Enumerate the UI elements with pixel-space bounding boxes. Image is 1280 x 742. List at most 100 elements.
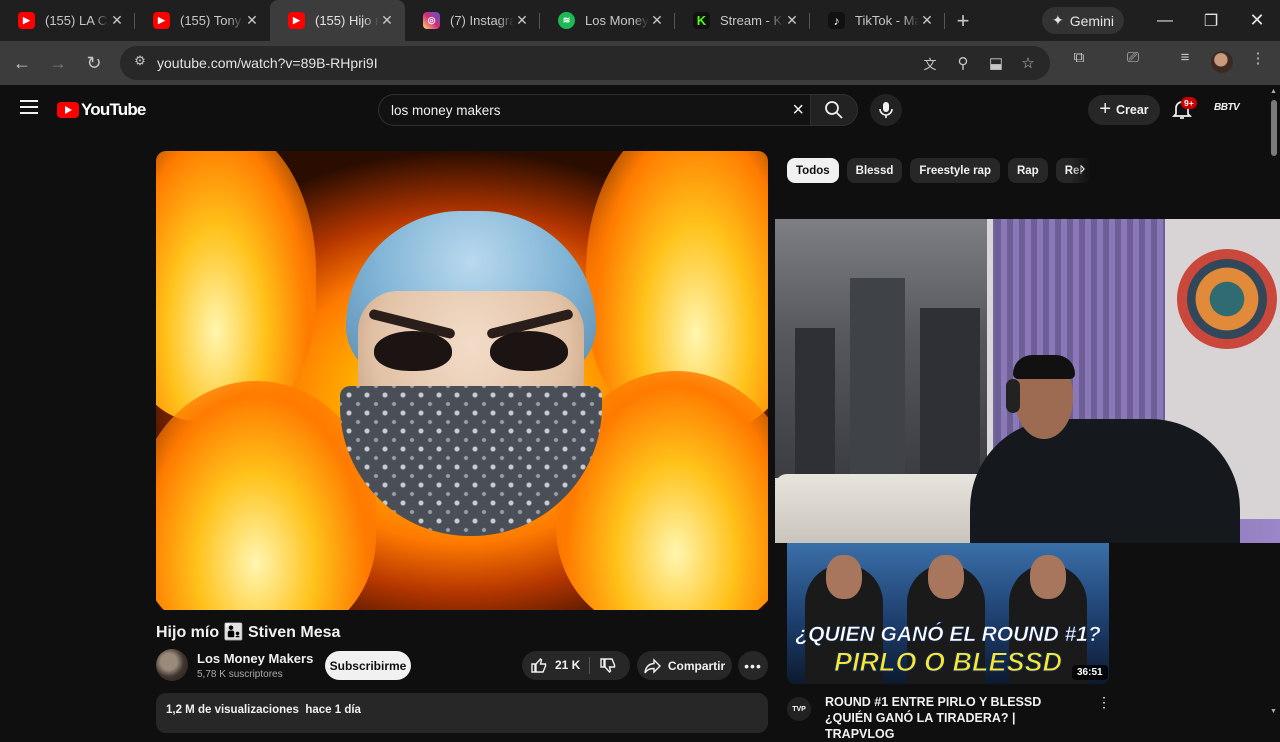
close-tab-icon[interactable]: ✕ xyxy=(244,12,260,29)
search-button[interactable] xyxy=(810,94,858,126)
gemini-label: Gemini xyxy=(1069,12,1115,29)
new-tab-button[interactable]: + xyxy=(945,0,981,41)
related-more-icon[interactable]: ⋮ xyxy=(1097,694,1111,711)
notifications-badge: 9+ xyxy=(1181,97,1197,109)
youtube-favicon-icon: ▶ xyxy=(18,12,35,29)
browser-tab[interactable]: ◎ (7) Instagram ✕ xyxy=(405,0,540,41)
minimize-window-icon[interactable]: — xyxy=(1142,0,1188,41)
site-settings-icon[interactable]: ⚙ xyxy=(130,53,150,73)
gemini-button[interactable]: ✦ Gemini xyxy=(1042,7,1124,34)
chips-next-chevron-icon[interactable]: › xyxy=(1080,160,1085,178)
translate-icon[interactable]: 文 xyxy=(920,54,940,74)
close-tab-icon[interactable]: ✕ xyxy=(379,12,395,29)
account-channel-logo[interactable]: BBTV xyxy=(1214,102,1240,113)
tab-title: (7) Instagram xyxy=(450,13,514,28)
restore-window-icon[interactable]: ❐ xyxy=(1188,0,1234,41)
tab-title: (155) LA CASA xyxy=(45,13,109,28)
instagram-favicon-icon: ◎ xyxy=(423,12,440,29)
subscribe-button[interactable]: Subscribirme xyxy=(325,651,411,680)
scroll-up-icon[interactable]: ▲ xyxy=(1270,88,1277,95)
like-button[interactable]: 21 K xyxy=(530,656,580,674)
extensions-icon[interactable]: ⧉ xyxy=(1069,49,1089,69)
tab-separator xyxy=(944,13,945,29)
youtube-play-icon xyxy=(57,102,79,118)
forward-arrow-icon[interactable]: → xyxy=(44,49,72,77)
video-title: Hijo mío 👨‍👦 Stiven Mesa xyxy=(156,622,340,642)
share-button[interactable]: Compartir xyxy=(637,651,732,680)
close-tab-icon[interactable]: ✕ xyxy=(649,12,665,29)
masked-figure xyxy=(340,211,602,536)
chip-todos[interactable]: Todos xyxy=(787,158,839,183)
chip-rap[interactable]: Rap xyxy=(1007,158,1048,183)
bookmark-star-icon[interactable]: ☆ xyxy=(1018,54,1038,74)
reload-icon[interactable]: ↻ xyxy=(80,49,108,77)
zoom-icon[interactable]: ⚲ xyxy=(953,54,973,74)
youtube-logo[interactable]: YouTube xyxy=(57,100,146,120)
profile-avatar[interactable] xyxy=(1211,51,1233,73)
tiktok-favicon-icon: ♪ xyxy=(828,12,845,29)
channel-avatar[interactable] xyxy=(156,649,188,681)
browser-tab[interactable]: ▶ (155) LA CASA ✕ xyxy=(0,0,135,41)
search-query-text: los money makers xyxy=(391,103,501,118)
more-actions-icon[interactable]: ••• xyxy=(738,651,768,680)
voice-search-button[interactable] xyxy=(870,94,902,126)
filter-chips: Todos Blessd Freestyle rap Rap Rel xyxy=(787,158,1097,184)
related-video-title[interactable]: ROUND #1 ENTRE PIRLO Y BLESSD ¿QUIÉN GAN… xyxy=(825,694,1080,742)
description-box[interactable]: 1,2 M de visualizaciones hace 1 día xyxy=(156,693,768,733)
headset-icon xyxy=(1006,379,1020,413)
share-label: Compartir xyxy=(667,658,726,673)
thumb-subheadline: PIRLO O BLESSD xyxy=(833,647,1063,678)
publish-date: hace 1 día xyxy=(305,704,361,716)
like-divider xyxy=(589,657,590,674)
like-count: 21 K xyxy=(555,658,581,672)
cast-icon[interactable]: ⎚ xyxy=(1123,49,1143,69)
youtube-wordmark: YouTube xyxy=(81,100,146,119)
close-window-icon[interactable]: ✕ xyxy=(1234,0,1280,41)
video-stats: 1,2 M de visualizaciones hace 1 día xyxy=(166,704,361,716)
related-video-thumbnail[interactable]: ¿QUIEN GANÓ EL ROUND #1? PIRLO O BLESSD xyxy=(787,543,1109,684)
close-tab-icon[interactable]: ✕ xyxy=(514,12,530,29)
browser-tab[interactable]: ≋ Los Money Makers ✕ xyxy=(540,0,675,41)
scroll-down-icon[interactable]: ▼ xyxy=(1270,708,1277,715)
share-arrow-icon xyxy=(644,657,661,674)
hamburger-menu-icon[interactable] xyxy=(20,100,38,114)
like-dislike-group: 21 K xyxy=(522,651,630,680)
youtube-favicon-icon: ▶ xyxy=(153,12,170,29)
scrollbar-thumb[interactable] xyxy=(1271,100,1277,156)
browser-tab[interactable]: K Stream - Kick ✕ xyxy=(675,0,810,41)
install-app-icon[interactable]: ⬓ xyxy=(986,54,1006,74)
browser-menu-icon[interactable]: ⋮ xyxy=(1248,49,1268,69)
thumbs-down-icon[interactable] xyxy=(599,657,617,675)
camera-overlay-video xyxy=(775,219,1280,543)
chip-blessd[interactable]: Blessd xyxy=(846,158,903,183)
browser-tab[interactable]: ▶ (155) Tony Mon ✕ xyxy=(135,0,270,41)
clear-search-icon[interactable]: × xyxy=(792,99,804,122)
chip-related[interactable]: Rel xyxy=(1055,158,1092,183)
tab-title: Los Money Makers xyxy=(585,13,649,28)
page-scrollbar[interactable]: ▲ ▼ xyxy=(1268,88,1280,720)
thumb-face xyxy=(928,555,964,599)
media-controls-icon[interactable]: ≡ xyxy=(1175,49,1195,69)
youtube-favicon-icon: ▶ xyxy=(288,12,305,29)
building-shape xyxy=(795,328,835,478)
chip-freestyle-rap[interactable]: Freestyle rap xyxy=(910,158,1000,183)
video-title-text: Hijo mío xyxy=(156,624,220,641)
streamer-person xyxy=(970,355,1240,543)
create-button[interactable]: + Crear xyxy=(1088,95,1160,125)
close-tab-icon[interactable]: ✕ xyxy=(109,12,125,29)
close-tab-icon[interactable]: ✕ xyxy=(784,12,800,29)
video-player[interactable] xyxy=(156,151,768,610)
back-arrow-icon[interactable]: ← xyxy=(8,49,36,77)
related-channel-avatar[interactable]: TVP xyxy=(787,697,811,721)
youtube-header: YouTube los money makers × + Crear 9+ BB… xyxy=(0,85,1280,135)
browser-tab[interactable]: ♪ TikTok - Make ✕ xyxy=(810,0,945,41)
tab-title: (155) Hijo mío xyxy=(315,13,379,28)
close-tab-icon[interactable]: ✕ xyxy=(919,12,935,29)
search-input[interactable]: los money makers × xyxy=(378,94,810,126)
plus-icon: + xyxy=(1099,97,1111,120)
channel-name[interactable]: Los Money Makers xyxy=(197,651,313,666)
url-text: youtube.com/watch?v=89B-RHpri9I xyxy=(157,55,378,71)
address-bar[interactable]: ⚙ youtube.com/watch?v=89B-RHpri9I 文 ⚲ ⬓ … xyxy=(120,46,1050,80)
city-window xyxy=(775,219,993,484)
browser-tab-active[interactable]: ▶ (155) Hijo mío ✕ xyxy=(270,0,405,41)
